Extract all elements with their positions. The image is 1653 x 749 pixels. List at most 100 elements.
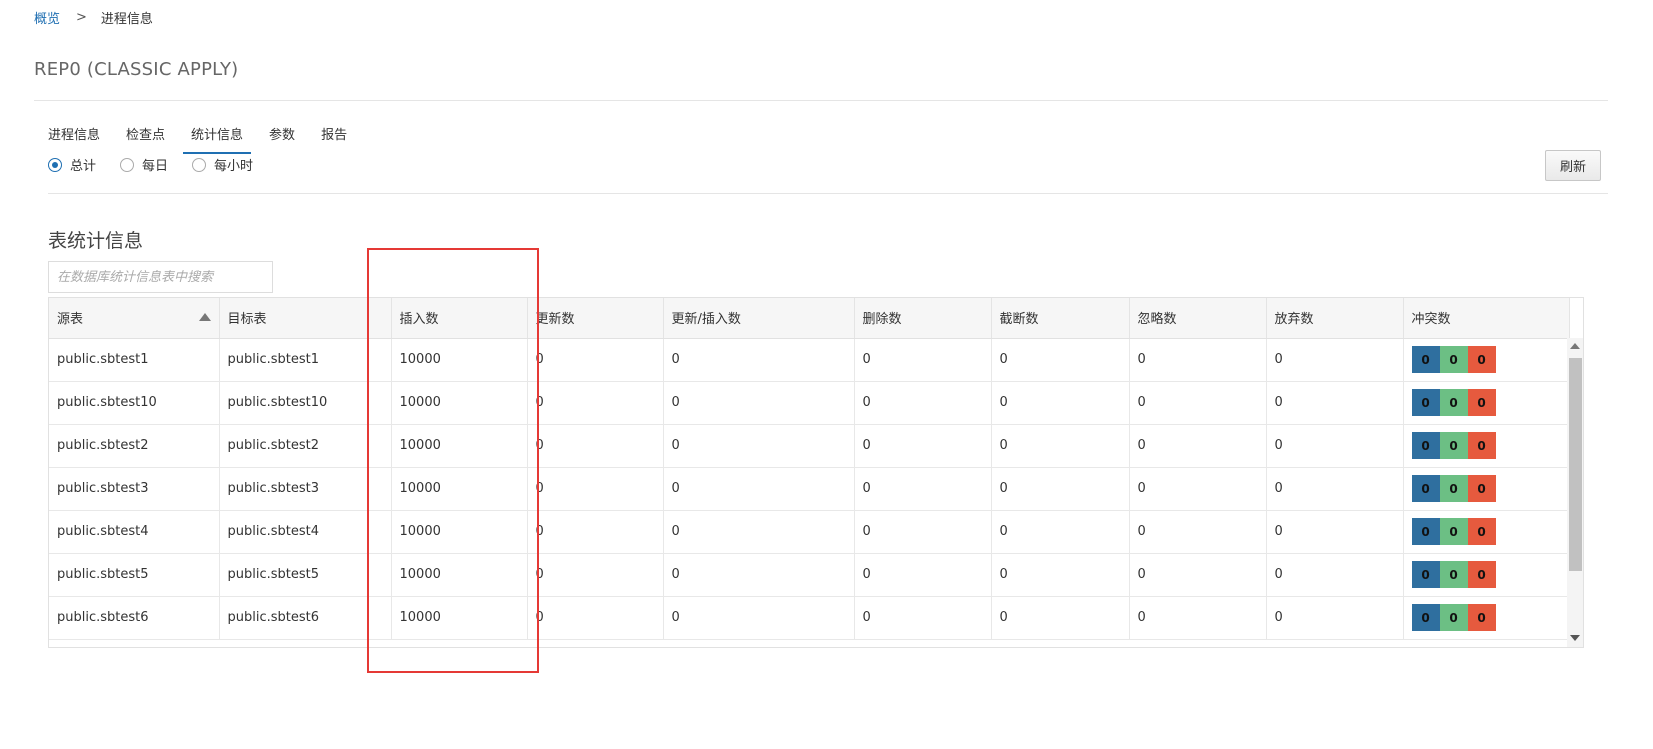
radio-total-indicator[interactable] (48, 157, 62, 172)
table-scrollbar[interactable] (1567, 338, 1583, 647)
refresh-button[interactable]: 刷新 (1545, 150, 1601, 181)
cell-inserts: 10000 (391, 467, 528, 511)
cell-target: public.sbtest6 (219, 596, 392, 640)
cell-target: public.sbtest1 (219, 338, 392, 382)
options-divider (48, 193, 1608, 194)
search-input[interactable] (48, 261, 273, 293)
tab-statistics[interactable]: 统计信息 (183, 116, 252, 154)
cell-inserts: 10000 (391, 510, 528, 554)
cell-ignores: 0 (1129, 338, 1267, 382)
column-header-source[interactable]: 源表 (49, 298, 220, 339)
conflict-badge-green: 0 (1439, 432, 1468, 459)
cell-discards: 0 (1266, 338, 1404, 382)
column-header-label: 放弃数 (1274, 312, 1314, 328)
cell-deletes: 0 (854, 553, 992, 597)
tab-checkpoint[interactable]: 检查点 (118, 116, 173, 154)
column-header-label: 目标表 (227, 312, 267, 328)
table-row[interactable]: public.sbtest2 public.sbtest2 10000 0 0 … (49, 424, 1570, 468)
column-header-inserts[interactable]: 插入数 (391, 298, 528, 339)
conflict-badge-red: 0 (1467, 389, 1496, 416)
table-row[interactable]: public.sbtest1 public.sbtest1 10000 0 0 … (49, 338, 1570, 382)
tab-parameters[interactable]: 参数 (261, 116, 303, 154)
cell-source: public.sbtest1 (49, 338, 220, 382)
conflict-badge-red: 0 (1467, 475, 1496, 502)
table-row[interactable]: public.sbtest6 public.sbtest6 10000 0 0 … (49, 596, 1570, 640)
cell-ignores: 0 (1129, 424, 1267, 468)
column-header-upserts[interactable]: 更新/插入数 (663, 298, 855, 339)
column-header-label: 更新/插入数 (671, 312, 741, 328)
table-stats-table: 源表 目标表 插入数 更新数 更新/插入数 删除数 截断数 忽略数 放弃数 冲突… (49, 298, 1570, 640)
cell-ignores: 0 (1129, 596, 1267, 640)
cell-discards: 0 (1266, 424, 1404, 468)
conflict-badge-red: 0 (1467, 346, 1496, 373)
column-header-deletes[interactable]: 删除数 (854, 298, 992, 339)
conflict-badge-red: 0 (1467, 561, 1496, 588)
cell-truncates: 0 (991, 596, 1130, 640)
cell-inserts: 10000 (391, 596, 528, 640)
conflict-badge-blue: 0 (1411, 561, 1440, 588)
cell-upserts: 0 (663, 596, 855, 640)
radio-daily[interactable]: 每日 (120, 155, 168, 174)
cell-upserts: 0 (663, 510, 855, 554)
cell-truncates: 0 (991, 381, 1130, 425)
conflict-badge-green: 0 (1439, 475, 1468, 502)
cell-discards: 0 (1266, 381, 1404, 425)
radio-total[interactable]: 总计 (48, 155, 96, 174)
section-title: 表统计信息 (48, 230, 144, 252)
radio-total-label: 总计 (70, 159, 97, 174)
tab-report[interactable]: 报告 (313, 116, 355, 154)
cell-conflicts: 000 (1403, 424, 1570, 468)
table-row[interactable]: public.sbtest10 public.sbtest10 10000 0 … (49, 381, 1570, 425)
cell-conflicts: 000 (1403, 381, 1570, 425)
column-header-conflicts[interactable]: 冲突数 (1403, 298, 1570, 339)
conflict-badge-green: 0 (1439, 561, 1468, 588)
radio-hourly[interactable]: 每小时 (192, 155, 253, 174)
title-divider (34, 100, 1608, 101)
sort-ascending-icon[interactable] (198, 313, 211, 321)
cell-updates: 0 (527, 553, 664, 597)
cell-deletes: 0 (854, 381, 992, 425)
cell-conflicts: 000 (1403, 510, 1570, 554)
cell-conflicts: 000 (1403, 467, 1570, 511)
conflict-badges: 000 (1411, 604, 1496, 631)
column-header-truncates[interactable]: 截断数 (991, 298, 1130, 339)
conflict-badge-blue: 0 (1411, 604, 1440, 631)
breadcrumb-home-link[interactable]: 概览 (34, 8, 60, 27)
cell-truncates: 0 (991, 338, 1130, 382)
cell-discards: 0 (1266, 510, 1404, 554)
cell-deletes: 0 (854, 424, 992, 468)
period-radio-group: 总计 每日 每小时 (48, 155, 277, 174)
scroll-down-arrow-icon[interactable] (1570, 635, 1580, 641)
column-header-ignores[interactable]: 忽略数 (1129, 298, 1267, 339)
tab-process-info[interactable]: 进程信息 (40, 116, 108, 154)
table-row[interactable]: public.sbtest3 public.sbtest3 10000 0 0 … (49, 467, 1570, 511)
breadcrumb: 概览 > 进程信息 (34, 8, 153, 27)
cell-target: public.sbtest4 (219, 510, 392, 554)
cell-discards: 0 (1266, 596, 1404, 640)
column-header-discards[interactable]: 放弃数 (1266, 298, 1404, 339)
column-header-target[interactable]: 目标表 (219, 298, 392, 339)
conflict-badges: 000 (1411, 518, 1496, 545)
conflict-badge-green: 0 (1439, 346, 1468, 373)
cell-target: public.sbtest3 (219, 467, 392, 511)
cell-source: public.sbtest6 (49, 596, 220, 640)
scroll-up-arrow-icon[interactable] (1570, 343, 1580, 349)
cell-updates: 0 (527, 338, 664, 382)
cell-upserts: 0 (663, 338, 855, 382)
cell-conflicts: 000 (1403, 338, 1570, 382)
table-row[interactable]: public.sbtest4 public.sbtest4 10000 0 0 … (49, 510, 1570, 554)
column-header-label: 插入数 (399, 312, 439, 328)
radio-hourly-indicator[interactable] (192, 157, 207, 172)
cell-inserts: 10000 (391, 553, 528, 597)
column-header-label: 删除数 (862, 312, 902, 328)
cell-conflicts: 000 (1403, 553, 1570, 597)
cell-upserts: 0 (663, 467, 855, 511)
radio-daily-indicator[interactable] (120, 157, 135, 172)
cell-source: public.sbtest10 (49, 381, 220, 425)
column-header-updates[interactable]: 更新数 (527, 298, 664, 339)
scrollbar-thumb[interactable] (1569, 358, 1582, 571)
cell-discards: 0 (1266, 467, 1404, 511)
cell-source: public.sbtest5 (49, 553, 220, 597)
table-row[interactable]: public.sbtest5 public.sbtest5 10000 0 0 … (49, 553, 1570, 597)
cell-updates: 0 (527, 510, 664, 554)
